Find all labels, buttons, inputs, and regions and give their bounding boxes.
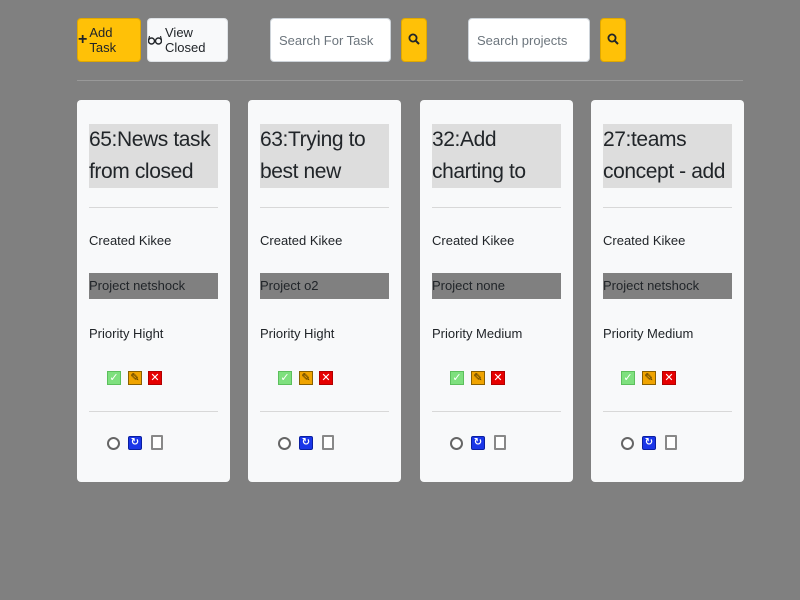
card-divider bbox=[432, 207, 561, 208]
comment-icon[interactable] bbox=[621, 437, 634, 450]
copy-icon[interactable] bbox=[494, 435, 506, 450]
task-project: Project netshock bbox=[603, 273, 732, 299]
card-divider bbox=[89, 207, 218, 208]
card-divider bbox=[603, 411, 732, 412]
project-search-button[interactable] bbox=[600, 18, 626, 62]
check-icon[interactable]: ✓ bbox=[450, 371, 464, 385]
edit-icon[interactable]: ✎ bbox=[128, 371, 142, 385]
project-search-input[interactable] bbox=[468, 18, 590, 62]
close-icon[interactable]: ✕ bbox=[319, 371, 333, 385]
share-icon[interactable]: ↻ bbox=[128, 436, 142, 450]
task-project: Project none bbox=[432, 273, 561, 299]
task-title[interactable]: 27:teams concept - add user to teams bbox=[603, 124, 732, 188]
task-project: Project netshock bbox=[89, 273, 218, 299]
task-created: Created Kikee bbox=[89, 233, 172, 248]
check-icon[interactable]: ✓ bbox=[278, 371, 292, 385]
task-priority: Priority Medium bbox=[432, 326, 523, 341]
comment-icon[interactable] bbox=[107, 437, 120, 450]
task-created: Created Kikee bbox=[603, 233, 686, 248]
task-priority: Priority Hight bbox=[260, 326, 335, 341]
card-divider bbox=[260, 411, 389, 412]
copy-icon[interactable] bbox=[151, 435, 163, 450]
toolbar-divider bbox=[77, 80, 743, 81]
share-icon[interactable]: ↻ bbox=[471, 436, 485, 450]
share-icon[interactable]: ↻ bbox=[642, 436, 656, 450]
task-search-button[interactable] bbox=[401, 18, 427, 62]
task-card: 32:Add charting to report Created Kikee … bbox=[420, 100, 573, 482]
check-icon[interactable]: ✓ bbox=[107, 371, 121, 385]
task-priority: Priority Medium bbox=[603, 326, 694, 341]
task-card: 27:teams concept - add user to teams Cre… bbox=[591, 100, 744, 482]
toolbar: + Add Task View Closed bbox=[0, 0, 800, 80]
share-icon[interactable]: ↻ bbox=[299, 436, 313, 450]
task-created: Created Kikee bbox=[432, 233, 515, 248]
add-task-label: Add Task bbox=[89, 25, 117, 55]
copy-icon[interactable] bbox=[322, 435, 334, 450]
glasses-icon bbox=[147, 33, 163, 48]
task-project: Project o2 bbox=[260, 273, 389, 299]
edit-icon[interactable]: ✎ bbox=[471, 371, 485, 385]
task-priority: Priority Hight bbox=[89, 326, 164, 341]
task-card: 65:News task from closed screen Created … bbox=[77, 100, 230, 482]
card-divider bbox=[260, 207, 389, 208]
close-icon[interactable]: ✕ bbox=[148, 371, 162, 385]
edit-icon[interactable]: ✎ bbox=[299, 371, 313, 385]
card-divider bbox=[603, 207, 732, 208]
task-title[interactable]: 63:Trying to best new Layout bbox=[260, 124, 389, 188]
view-closed-button[interactable]: View Closed bbox=[147, 18, 228, 62]
search-icon bbox=[408, 33, 420, 48]
card-divider bbox=[432, 411, 561, 412]
add-task-button[interactable]: + Add Task bbox=[77, 18, 141, 62]
card-divider bbox=[89, 411, 218, 412]
close-icon[interactable]: ✕ bbox=[662, 371, 676, 385]
task-title[interactable]: 32:Add charting to report bbox=[432, 124, 561, 188]
edit-icon[interactable]: ✎ bbox=[642, 371, 656, 385]
copy-icon[interactable] bbox=[665, 435, 677, 450]
comment-icon[interactable] bbox=[278, 437, 291, 450]
check-icon[interactable]: ✓ bbox=[621, 371, 635, 385]
view-closed-label: View Closed bbox=[165, 25, 206, 55]
close-icon[interactable]: ✕ bbox=[491, 371, 505, 385]
task-search-input[interactable] bbox=[270, 18, 391, 62]
task-created: Created Kikee bbox=[260, 233, 343, 248]
comment-icon[interactable] bbox=[450, 437, 463, 450]
task-title[interactable]: 65:News task from closed screen bbox=[89, 124, 218, 188]
plus-icon: + bbox=[78, 31, 88, 48]
task-card: 63:Trying to best new Layout Created Kik… bbox=[248, 100, 401, 482]
search-icon bbox=[607, 33, 619, 48]
